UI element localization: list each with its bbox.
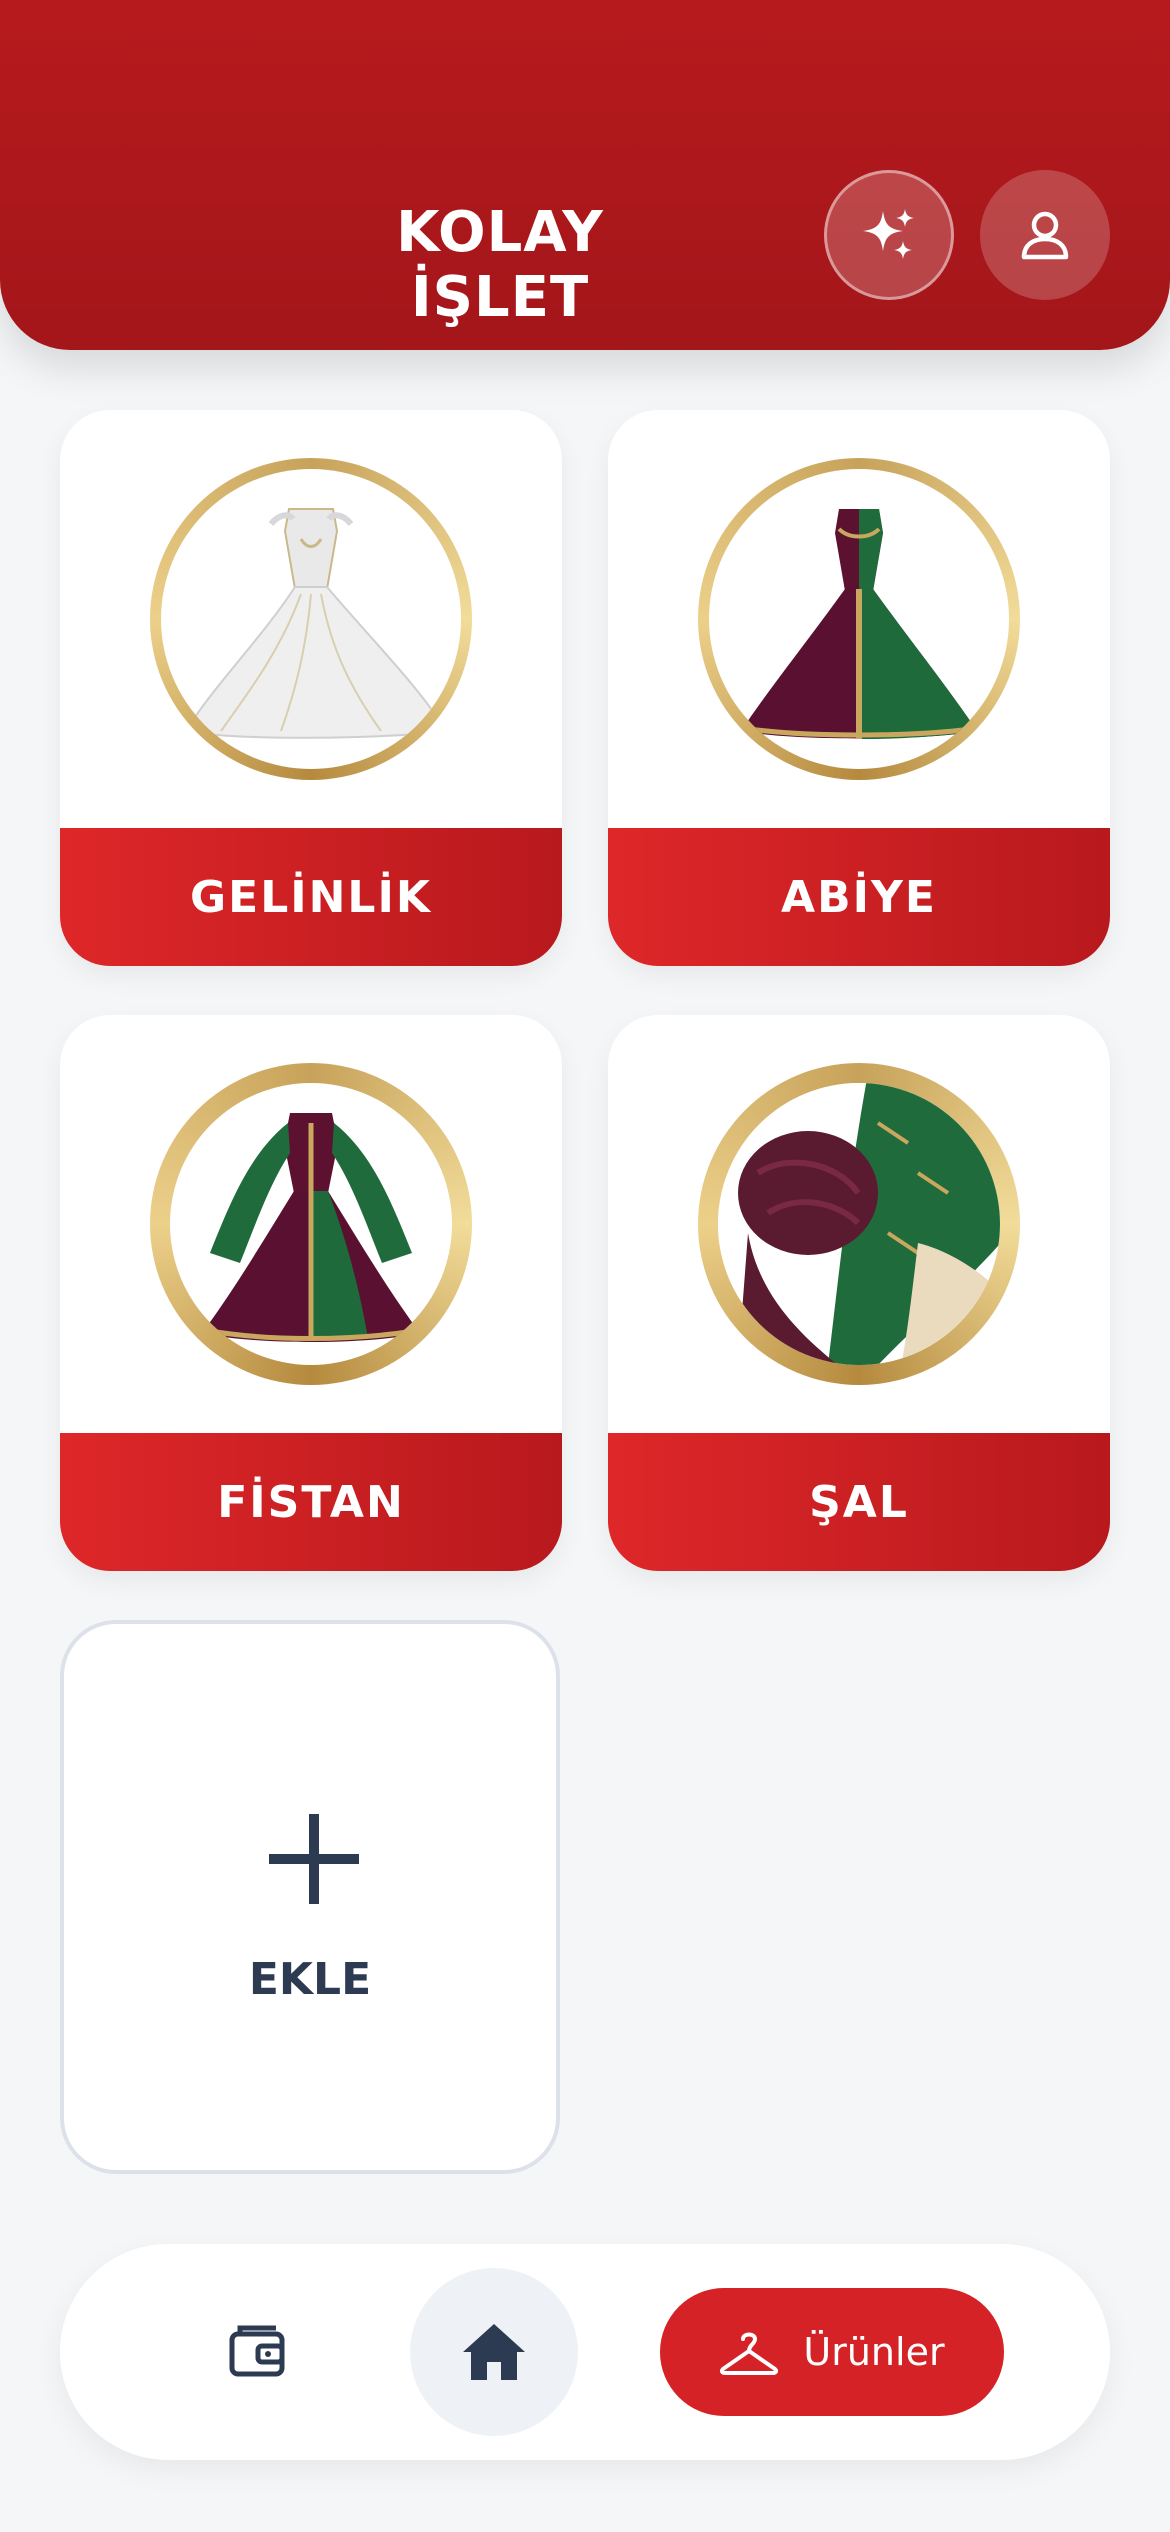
wedding-dress-image bbox=[184, 508, 448, 739]
category-label: GELİNLİK bbox=[190, 871, 432, 923]
sparkles-icon bbox=[863, 209, 914, 259]
nav-products-label: Ürünler bbox=[803, 2330, 945, 2374]
bottom-navigation: Ürünler bbox=[60, 2244, 1110, 2460]
hanger-icon bbox=[720, 2332, 779, 2375]
category-image-frame bbox=[60, 1015, 562, 1433]
category-label: ŞAL bbox=[809, 1476, 909, 1528]
category-card-gelinlik[interactable]: GELİNLİK bbox=[60, 410, 562, 966]
category-label-bar: ŞAL bbox=[608, 1433, 1110, 1571]
add-label: EKLE bbox=[248, 1954, 372, 2005]
nav-wallet-button[interactable] bbox=[220, 2314, 296, 2390]
category-image-frame bbox=[608, 1015, 1110, 1433]
app-root: KOLAY İŞLET GELİNLİK ABİYE FİSTAN ŞAL EK… bbox=[0, 0, 1170, 2532]
evening-gown-image bbox=[741, 509, 977, 739]
profile-button[interactable] bbox=[980, 170, 1110, 300]
category-image-frame bbox=[608, 410, 1110, 828]
category-label: ABİYE bbox=[781, 871, 937, 923]
home-icon bbox=[463, 2324, 525, 2380]
category-card-abiye[interactable]: ABİYE bbox=[608, 410, 1110, 966]
category-label-bar: ABİYE bbox=[608, 828, 1110, 966]
category-card-sal[interactable]: ŞAL bbox=[608, 1015, 1110, 1571]
category-label: FİSTAN bbox=[217, 1476, 405, 1528]
plus-icon bbox=[269, 1814, 359, 1904]
app-title: KOLAY İŞLET bbox=[396, 200, 604, 330]
ai-sparkle-button[interactable] bbox=[824, 170, 954, 300]
header: KOLAY İŞLET bbox=[0, 0, 1170, 350]
category-label-bar: GELİNLİK bbox=[60, 828, 562, 966]
nav-products-button[interactable]: Ürünler bbox=[660, 2288, 1004, 2416]
wallet-icon bbox=[229, 2325, 285, 2377]
profile-icon bbox=[1021, 211, 1069, 260]
nav-home-button[interactable] bbox=[410, 2268, 578, 2436]
kaftan-dress-image bbox=[202, 1113, 420, 1342]
category-label-bar: FİSTAN bbox=[60, 1433, 562, 1571]
category-image-frame bbox=[60, 410, 562, 828]
category-card-fistan[interactable]: FİSTAN bbox=[60, 1015, 562, 1571]
shawl-image bbox=[718, 1083, 1000, 1365]
add-category-button[interactable]: EKLE bbox=[60, 1620, 560, 2174]
